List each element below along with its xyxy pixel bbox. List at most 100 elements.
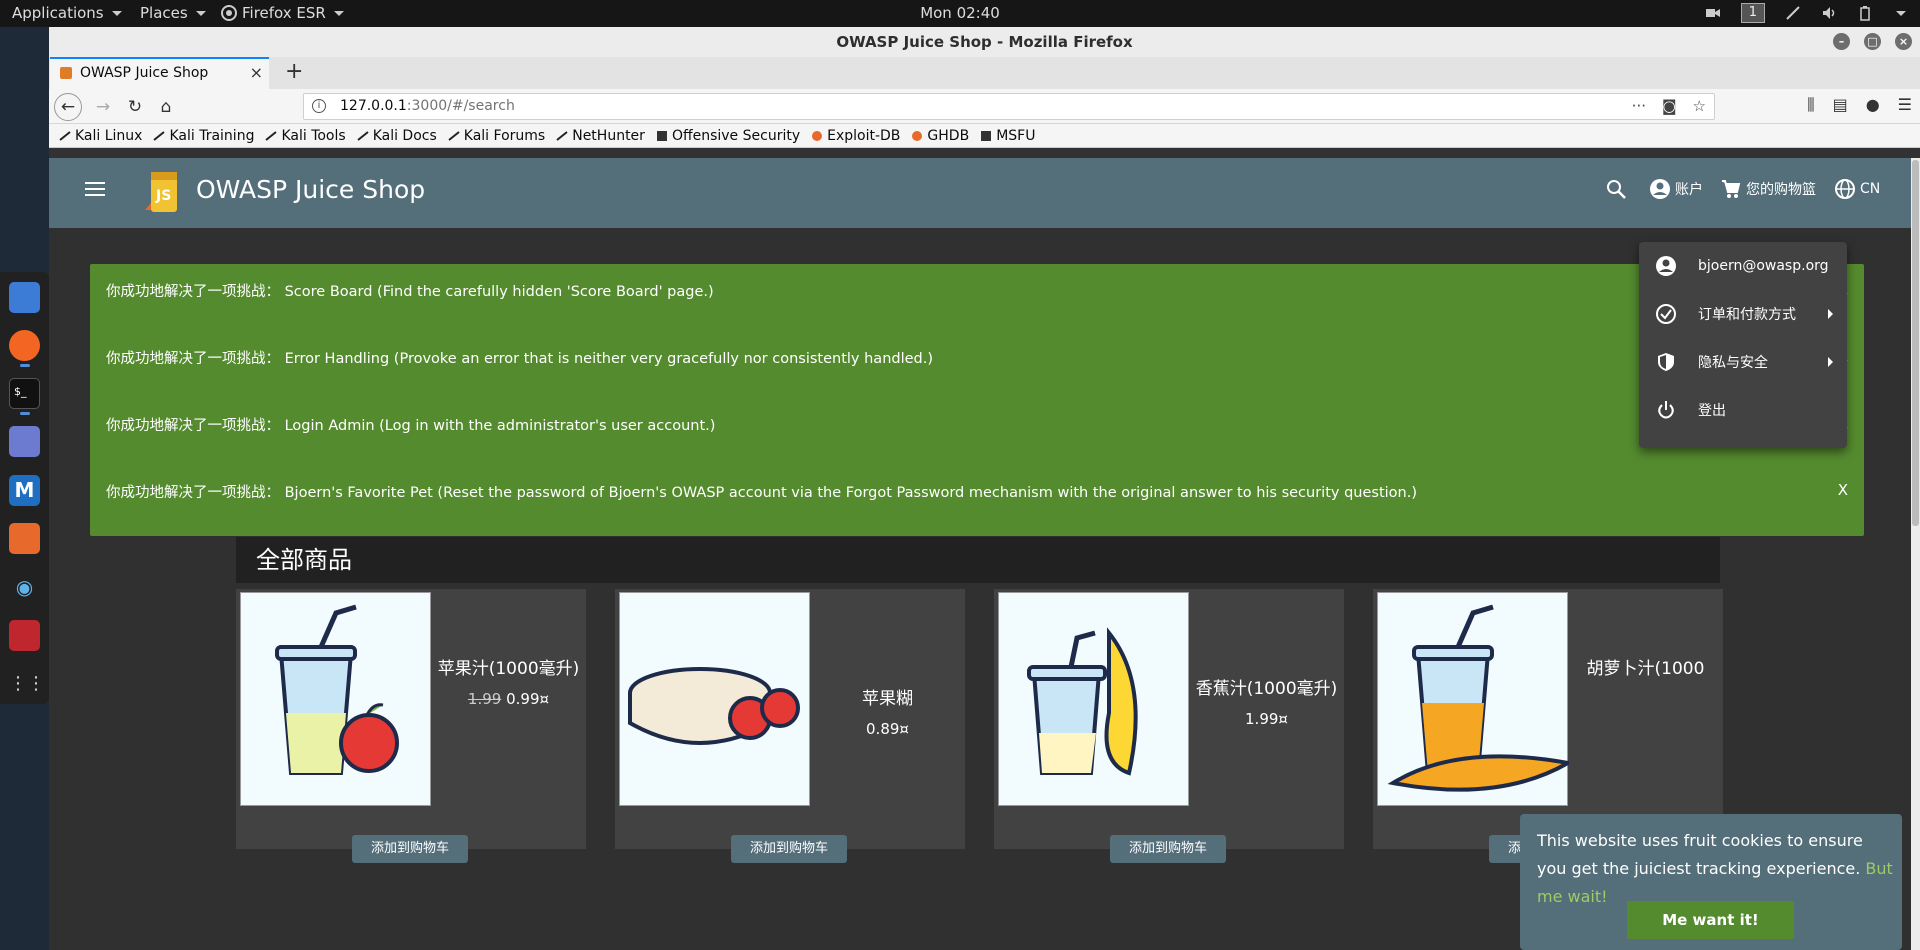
privacy-label: 隐私与安全 xyxy=(1698,355,1768,371)
system-top-bar: Applications Places Firefox ESR Mon 02:4… xyxy=(0,0,1920,27)
product-name: 苹果汁(1000毫升) xyxy=(437,659,580,679)
current-price: 1.99¤ xyxy=(1245,710,1288,728)
sidenav-menu-icon[interactable] xyxy=(85,182,105,200)
firefox-dock-icon[interactable] xyxy=(9,330,40,361)
add-to-basket-button[interactable]: 添加到购物车 xyxy=(1110,835,1226,863)
product-image[interactable] xyxy=(1377,592,1574,806)
new-tab-button[interactable]: + xyxy=(285,57,303,87)
volume-icon[interactable] xyxy=(1821,5,1837,21)
bookmark-ghdb[interactable]: GHDB xyxy=(911,128,969,144)
minimize-icon[interactable]: – xyxy=(1833,33,1850,50)
product-image[interactable] xyxy=(998,592,1189,806)
apple-juice-image xyxy=(275,604,399,775)
cherry-tree-icon[interactable] xyxy=(9,620,40,651)
product-card[interactable]: 香蕉汁(1000毫升) 1.99¤ 添加到购物车 xyxy=(994,589,1344,863)
cookie-accept-button[interactable]: Me want it! xyxy=(1627,901,1794,939)
product-card[interactable]: 胡萝卜汁(1000 添加到购物车 xyxy=(1373,589,1723,863)
notification-close-button[interactable]: X xyxy=(1838,481,1848,499)
workspace-indicator[interactable]: 1 xyxy=(1740,3,1765,23)
clock[interactable]: Mon 02:40 xyxy=(0,4,1920,22)
bookmark-kali-linux[interactable]: Kali Linux xyxy=(59,128,142,144)
offsec-icon xyxy=(656,130,667,141)
account-circle-icon xyxy=(1650,179,1670,199)
menu-item-orders[interactable]: 订单和付款方式 xyxy=(1639,290,1847,338)
pocket-icon[interactable]: ◙ xyxy=(1662,94,1677,119)
product-info: 苹果糊 0.89¤ xyxy=(815,689,960,739)
app-title[interactable]: OWASP Juice Shop xyxy=(196,175,425,204)
terminal-icon[interactable]: $_ xyxy=(9,378,40,409)
metasploit-icon[interactable]: M xyxy=(9,475,40,506)
product-card[interactable]: 苹果糊 0.89¤ 添加到购物车 xyxy=(615,589,965,863)
kali-dragon-icon xyxy=(556,130,568,141)
show-apps-icon[interactable]: ⋮⋮⋮ xyxy=(9,668,63,699)
maximize-icon[interactable]: □ xyxy=(1864,33,1881,50)
hamburger-menu-icon[interactable]: ☰ xyxy=(1898,95,1912,115)
page-actions-icon[interactable]: ··· xyxy=(1632,94,1646,119)
site-info-icon[interactable]: i xyxy=(312,99,326,113)
carrot-juice-image xyxy=(1387,604,1574,792)
close-tab-icon[interactable]: × xyxy=(250,59,263,87)
product-image[interactable] xyxy=(240,592,431,806)
menu-item-logout[interactable]: 登出 xyxy=(1639,386,1847,434)
toolbar-right: ⫼ ▤ ● ☰ xyxy=(1807,95,1912,115)
tab-label: OWASP Juice Shop xyxy=(80,65,209,81)
text-editor-icon[interactable] xyxy=(9,426,40,457)
bookmark-msfu[interactable]: MSFU xyxy=(980,128,1035,144)
product-card[interactable]: 苹果汁(1000毫升) 1.99 0.99¤ 添加到购物车 xyxy=(236,589,586,863)
sidebar-icon[interactable]: ▤ xyxy=(1833,95,1848,115)
bookmark-star-icon[interactable]: ☆ xyxy=(1693,94,1706,119)
bookmark-kali-training[interactable]: Kali Training xyxy=(153,128,254,144)
eye-icon[interactable]: ◉ xyxy=(9,572,40,603)
running-indicator xyxy=(20,364,30,367)
product-price: 1.99 0.99¤ xyxy=(436,689,581,709)
window-controls: – □ × xyxy=(1833,33,1912,50)
banana-juice-image xyxy=(1027,627,1138,776)
juice-shop-page: JS OWASP Juice Shop 账户 您的购物篮 CN 你成功地解决了一… xyxy=(49,158,1911,950)
battery-icon[interactable] xyxy=(1857,5,1873,21)
globe-icon xyxy=(1835,179,1855,199)
cookie-message: This website uses fruit cookies to ensur… xyxy=(1537,827,1893,911)
basket-button[interactable]: 您的购物篮 xyxy=(1720,178,1816,200)
system-tray: 1 xyxy=(1705,3,1906,23)
notification-text: 你成功地解决了一项挑战： Score Board (Find the caref… xyxy=(106,284,714,300)
bookmark-kali-docs[interactable]: Kali Docs xyxy=(357,128,437,144)
bookmark-offensive-security[interactable]: Offensive Security xyxy=(656,128,800,144)
account-button[interactable]: 账户 xyxy=(1649,178,1703,200)
add-to-basket-button[interactable]: 添加到购物车 xyxy=(731,835,847,863)
bookmark-label: Kali Linux xyxy=(75,127,143,144)
language-button[interactable]: CN xyxy=(1834,178,1880,200)
burp-suite-icon[interactable] xyxy=(9,523,40,554)
bookmark-nethunter[interactable]: NetHunter xyxy=(556,128,645,144)
menu-item-privacy[interactable]: 隐私与安全 xyxy=(1639,338,1847,386)
tab-juice-shop[interactable]: OWASP Juice Shop × xyxy=(50,57,269,89)
current-price: 0.89¤ xyxy=(866,720,909,738)
favicon-icon xyxy=(60,67,72,79)
bookmark-exploit-db[interactable]: Exploit-DB xyxy=(811,128,900,144)
video-icon[interactable] xyxy=(1705,5,1721,21)
bookmark-kali-tools[interactable]: Kali Tools xyxy=(265,127,346,144)
product-image[interactable] xyxy=(619,592,810,806)
url-bar[interactable]: i 127.0.0.1:3000/#/search ··· ◙ ☆ xyxy=(303,93,1715,120)
bookmark-label: Kali Tools xyxy=(281,127,346,144)
extension-icon[interactable]: ● xyxy=(1866,95,1880,115)
bookmark-label: Exploit-DB xyxy=(827,127,901,144)
scrollbar-thumb[interactable] xyxy=(1912,160,1919,526)
system-menu-chevron-icon[interactable] xyxy=(1896,10,1906,16)
kali-dragon-icon xyxy=(153,130,166,141)
menu-item-profile[interactable]: bjoern@owasp.org xyxy=(1639,242,1847,290)
bookmark-kali-forums[interactable]: Kali Forums xyxy=(448,128,545,144)
forward-button[interactable]: → xyxy=(91,95,115,119)
user-email: bjoern@owasp.org xyxy=(1698,258,1829,274)
library-icon[interactable]: ⫼ xyxy=(1807,95,1814,115)
add-to-basket-button[interactable]: 添加到购物车 xyxy=(352,835,468,863)
reload-button[interactable]: ↻ xyxy=(123,95,147,119)
files-icon[interactable] xyxy=(9,282,40,313)
power-icon xyxy=(1658,401,1674,419)
back-button[interactable]: ← xyxy=(54,93,82,121)
bookmark-label: GHDB xyxy=(927,127,970,144)
home-button[interactable]: ⌂ xyxy=(154,95,178,119)
search-icon[interactable] xyxy=(1604,177,1630,203)
close-window-icon[interactable]: × xyxy=(1895,33,1912,50)
juice-shop-logo[interactable]: JS xyxy=(137,166,185,218)
network-icon[interactable] xyxy=(1785,5,1801,21)
